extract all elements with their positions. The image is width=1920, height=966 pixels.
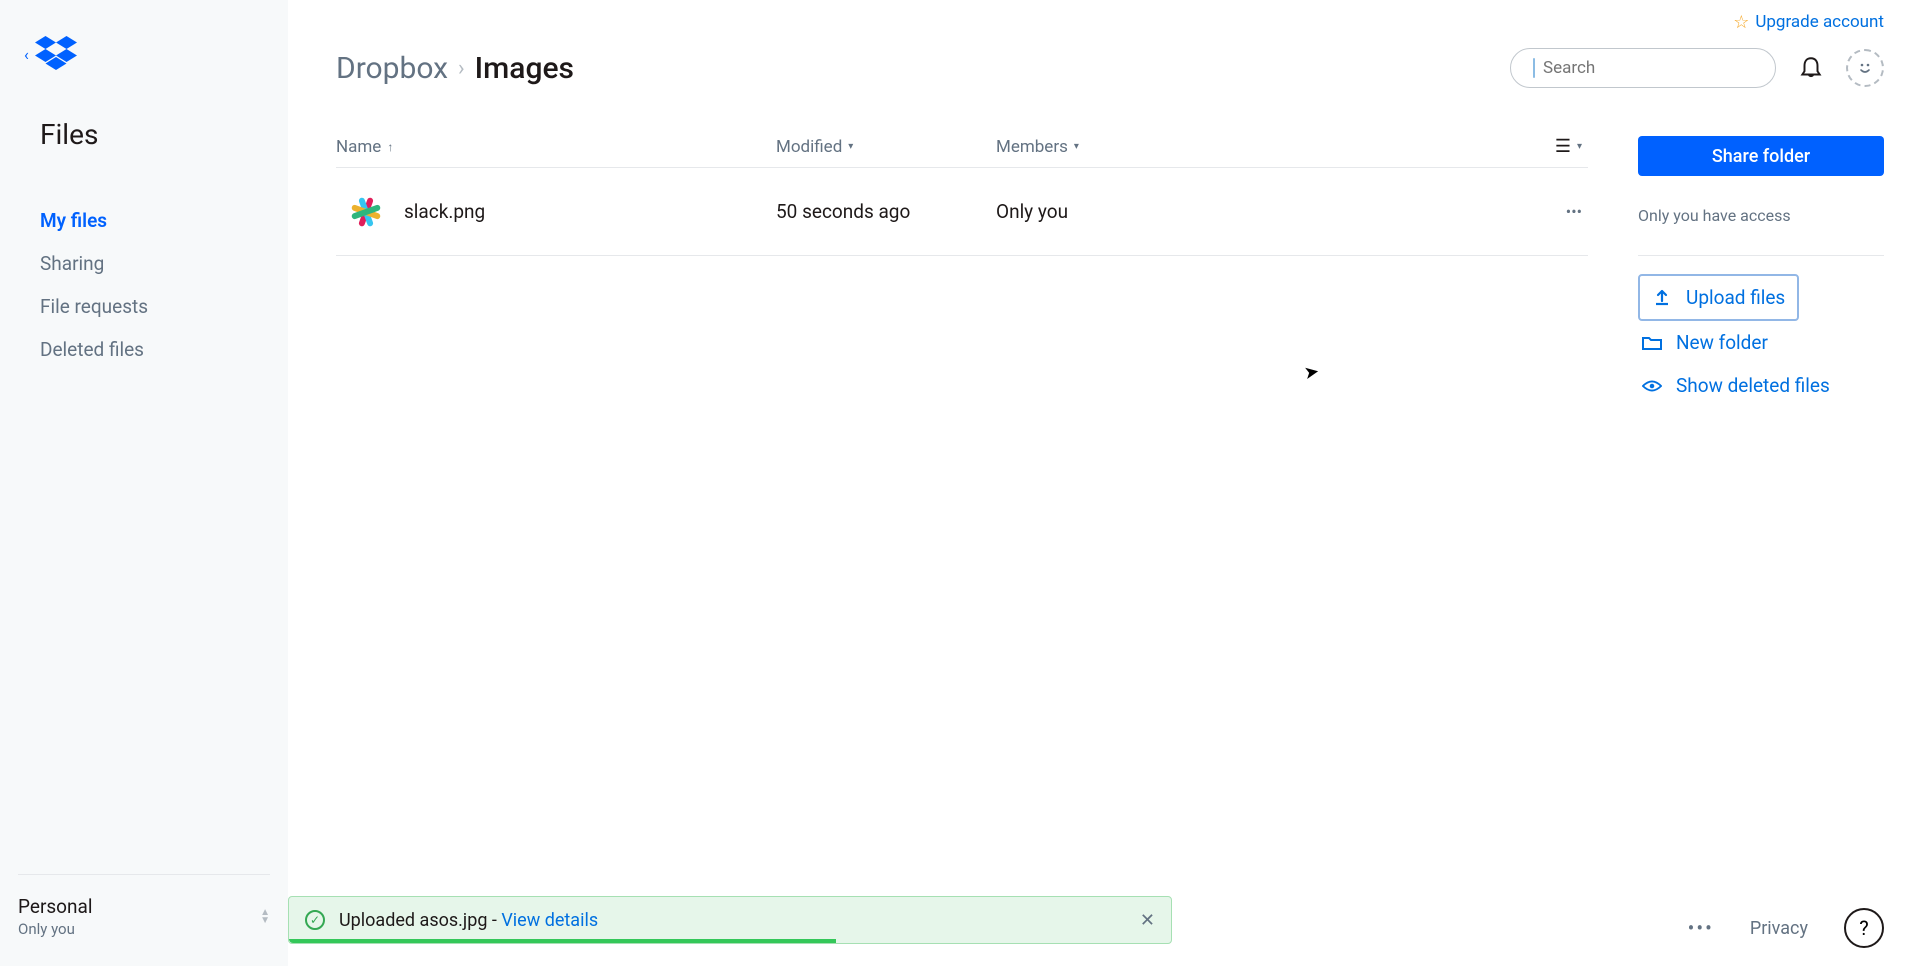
upgrade-account-link[interactable]: ☆ Upgrade account [1733, 12, 1884, 33]
caret-down-icon: ▾ [1577, 141, 1582, 152]
breadcrumb: Dropbox › Images [336, 51, 574, 86]
sidebar-nav: My files Sharing File requests Deleted f… [0, 199, 288, 371]
col-modified-label: Modified [776, 137, 842, 157]
table-row[interactable]: slack.png 50 seconds ago Only you ••• [336, 168, 1588, 256]
caret-down-icon: ▾ [1074, 141, 1079, 152]
show-deleted-label: Show deleted files [1676, 374, 1830, 397]
upload-icon [1652, 289, 1672, 307]
toast-msg: Uploaded asos.jpg - [339, 910, 501, 931]
show-deleted-button[interactable]: Show deleted files [1638, 364, 1884, 407]
sidebar-divider [18, 874, 270, 875]
file-members: Only you [996, 200, 1068, 223]
breadcrumb-current: Images [475, 51, 574, 86]
sort-asc-icon: ↑ [387, 140, 393, 154]
search-input[interactable] [1543, 58, 1765, 78]
folder-icon [1642, 335, 1662, 351]
col-header-modified[interactable]: Modified ▾ [776, 137, 996, 157]
breadcrumb-root[interactable]: Dropbox [336, 51, 448, 86]
search-scope-folder-icon[interactable] [1533, 58, 1535, 78]
file-area: Name ↑ Modified ▾ Members ▾ ☰ ▾ [336, 136, 1588, 407]
side-actions: Share folder Only you have access Upload… [1638, 136, 1884, 407]
account-text: Personal Only you [18, 895, 92, 938]
account-updown-icon[interactable]: ▲▼ [260, 909, 270, 925]
dropbox-logo-icon[interactable] [35, 36, 77, 72]
col-header-name[interactable]: Name ↑ [336, 137, 776, 157]
toast-text: Uploaded asos.jpg - View details [339, 910, 598, 931]
caret-down-icon: ▾ [848, 141, 853, 152]
footer-more-icon[interactable]: ••• [1688, 916, 1714, 940]
sidebar: ‹ Files My files Sharing File requests D… [0, 0, 288, 966]
main-panel: ☆ Upgrade account Dropbox › Images [288, 0, 1920, 966]
eye-icon [1642, 379, 1662, 393]
footer: ••• Privacy ? [1688, 908, 1884, 948]
smile-icon [1855, 58, 1875, 78]
new-folder-button[interactable]: New folder [1638, 321, 1884, 364]
help-button[interactable]: ? [1844, 908, 1884, 948]
toast-view-details-link[interactable]: View details [501, 910, 598, 931]
nav-deleted-files[interactable]: Deleted files [0, 328, 288, 371]
list-view-icon: ☰ [1555, 136, 1571, 157]
upgrade-label: Upgrade account [1755, 12, 1884, 32]
col-members-label: Members [996, 137, 1068, 157]
chevron-right-icon: › [458, 56, 465, 81]
star-icon: ☆ [1733, 12, 1749, 33]
row-more-icon[interactable]: ••• [1566, 202, 1582, 221]
close-icon[interactable]: ✕ [1140, 910, 1155, 931]
view-switcher[interactable]: ☰ ▾ [1166, 136, 1588, 157]
search-box[interactable] [1510, 48, 1776, 88]
privacy-link[interactable]: Privacy [1750, 918, 1808, 939]
content: Name ↑ Modified ▾ Members ▾ ☰ ▾ [336, 136, 1884, 407]
upload-toast: ✓ Uploaded asos.jpg - View details ✕ [288, 896, 1172, 944]
app-root: ‹ Files My files Sharing File requests D… [0, 0, 1920, 966]
col-header-members[interactable]: Members ▾ [996, 137, 1166, 157]
upload-label: Upload files [1686, 286, 1785, 309]
header-right [1510, 48, 1884, 88]
new-folder-label: New folder [1676, 331, 1768, 354]
logo-row: ‹ [0, 36, 288, 72]
bell-icon[interactable] [1798, 54, 1824, 82]
account-switcher[interactable]: Personal Only you ▲▼ [0, 895, 288, 966]
sidebar-section-title: Files [0, 118, 288, 151]
header-row: Dropbox › Images [336, 40, 1884, 96]
access-text: Only you have access [1638, 206, 1884, 225]
upload-files-button[interactable]: Upload files [1638, 274, 1799, 321]
toast-progress [289, 939, 836, 943]
share-folder-button[interactable]: Share folder [1638, 136, 1884, 176]
account-sub: Only you [18, 920, 92, 938]
table-header: Name ↑ Modified ▾ Members ▾ ☰ ▾ [336, 136, 1588, 168]
nav-my-files[interactable]: My files [0, 199, 288, 242]
back-chevron-icon[interactable]: ‹ [24, 45, 29, 64]
nav-file-requests[interactable]: File requests [0, 285, 288, 328]
side-divider [1638, 255, 1884, 256]
nav-sharing[interactable]: Sharing [0, 242, 288, 285]
avatar[interactable] [1846, 49, 1884, 87]
col-name-label: Name [336, 137, 381, 157]
file-name: slack.png [404, 200, 485, 223]
check-circle-icon: ✓ [305, 910, 325, 930]
account-name: Personal [18, 895, 92, 918]
file-thumb-icon [348, 194, 384, 230]
topbar: ☆ Upgrade account [336, 0, 1884, 34]
file-modified: 50 seconds ago [776, 200, 910, 223]
